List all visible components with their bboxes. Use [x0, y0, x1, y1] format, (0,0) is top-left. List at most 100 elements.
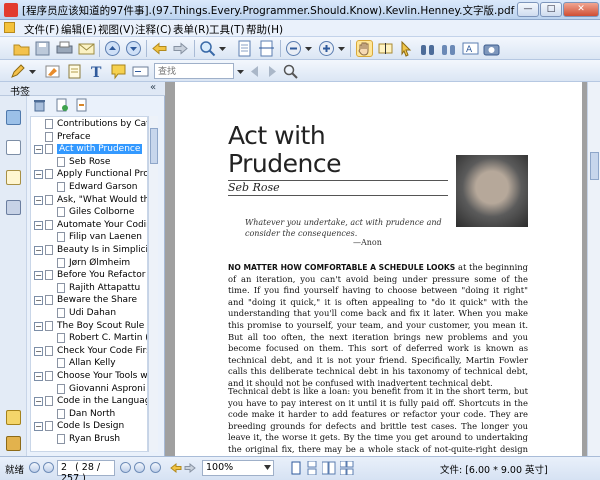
snapshot-button[interactable]	[419, 40, 436, 57]
attachments-tab-icon[interactable]	[6, 200, 21, 215]
layers-tab-icon[interactable]	[6, 170, 21, 185]
image-button[interactable]	[483, 40, 500, 57]
zoom-tool-button[interactable]	[199, 40, 216, 57]
note-button[interactable]	[110, 63, 127, 80]
menu-file[interactable]: 文件(F)	[24, 22, 59, 37]
paperclip-icon[interactable]	[6, 436, 21, 451]
document-scrollbar[interactable]	[587, 82, 600, 456]
form-field-button[interactable]	[132, 63, 149, 80]
text-tool-button[interactable]: T	[88, 63, 105, 81]
expand-collapse-toggle[interactable]: −	[34, 296, 43, 306]
last-page-button[interactable]	[134, 462, 145, 473]
select-text-button[interactable]	[377, 40, 394, 57]
bookmark-tree: Contributions by Catego Preface − Act with …	[30, 116, 148, 452]
single-page-view-icon[interactable]	[290, 461, 302, 475]
advanced-search-button[interactable]	[282, 63, 299, 80]
page-number-field[interactable]: 2 ( 28 / 257 )	[57, 460, 115, 480]
save-button[interactable]	[34, 40, 51, 57]
expand-collapse-toggle[interactable]: −	[34, 372, 43, 381]
expand-collapse-toggle[interactable]: −	[34, 195, 43, 205]
document-scroll-thumb[interactable]	[590, 152, 599, 180]
body-paragraph-2: Technical debt is like a loan: you benef…	[228, 386, 528, 456]
open-file-button[interactable]	[13, 40, 30, 57]
minimize-button[interactable]: —	[517, 2, 539, 17]
zoom-dropdown[interactable]	[218, 40, 227, 57]
typewriter-button[interactable]: A	[462, 40, 479, 57]
edit-tool-button[interactable]	[66, 63, 83, 80]
print-button[interactable]	[56, 40, 73, 57]
hand-tool-button[interactable]	[356, 40, 373, 57]
select-annotation-button[interactable]	[398, 40, 415, 57]
new-bookmark-icon[interactable]	[55, 98, 68, 112]
comments-tab-icon[interactable]	[6, 410, 21, 425]
magnifier-icon	[200, 41, 216, 57]
forward-button[interactable]	[172, 40, 189, 57]
menu-view[interactable]: 视图(V)	[98, 22, 134, 37]
fit-page-button[interactable]	[236, 40, 253, 57]
continuous-view-icon[interactable]	[306, 461, 318, 475]
highlight-button[interactable]	[44, 63, 61, 80]
text-select-icon	[378, 43, 393, 54]
save-icon	[35, 41, 50, 56]
arrow-left-icon	[152, 42, 167, 55]
fit-width-button[interactable]	[258, 40, 275, 57]
menu-edit[interactable]: 编辑(E)	[61, 22, 97, 37]
search-dropdown[interactable]	[236, 63, 245, 80]
pages-tab-icon[interactable]	[6, 140, 21, 155]
menu-form[interactable]: 表单(R)	[173, 22, 210, 37]
find-previous-button[interactable]	[246, 63, 263, 80]
find-button[interactable]	[440, 40, 457, 57]
email-button[interactable]	[78, 40, 95, 57]
bookmark-scrollbar[interactable]	[148, 116, 158, 452]
stop-button[interactable]	[150, 462, 161, 473]
expand-collapse-toggle[interactable]: −	[34, 422, 43, 432]
bookmark-scroll-thumb[interactable]	[150, 128, 158, 164]
back-arrow-icon[interactable]	[170, 462, 182, 474]
expand-collapse-toggle[interactable]: −	[34, 397, 43, 407]
page-icon	[238, 40, 251, 57]
next-page-status-button[interactable]	[120, 462, 131, 473]
zoom-in-dropdown[interactable]	[337, 40, 346, 57]
main-toolbar: A	[0, 37, 600, 60]
bookmarks-tab-icon[interactable]	[6, 110, 21, 125]
zoom-level-field[interactable]: 100%	[202, 460, 274, 476]
bookmark-page-icon	[45, 119, 53, 129]
menu-comment[interactable]: 注释(C)	[135, 22, 172, 37]
typewriter-tool-button[interactable]	[10, 63, 27, 80]
continuous-facing-view-icon[interactable]	[340, 461, 354, 475]
back-button[interactable]	[151, 40, 168, 57]
expand-collapse-toggle[interactable]: −	[34, 246, 43, 255]
delete-bookmark-icon[interactable]	[33, 98, 46, 112]
facing-view-icon[interactable]	[322, 461, 336, 475]
search-input[interactable]	[154, 63, 234, 79]
zoom-out-dropdown[interactable]	[304, 40, 313, 57]
collapse-pane-button[interactable]: «	[150, 82, 156, 93]
expand-collapse-toggle[interactable]: −	[34, 145, 43, 155]
forward-arrow-icon[interactable]	[184, 462, 196, 474]
close-button[interactable]: ✕	[563, 2, 599, 17]
zoom-in-button[interactable]	[318, 40, 335, 57]
bookmark-page-icon	[45, 345, 53, 356]
expand-collapse-toggle[interactable]: −	[34, 321, 43, 331]
menu-help[interactable]: 帮助(H)	[246, 22, 283, 37]
document-icon	[4, 22, 15, 33]
expand-collapse-toggle[interactable]: −	[34, 271, 43, 281]
expand-collapse-toggle[interactable]: −	[34, 346, 43, 356]
window-title: [程序员应该知道的97件事].(97.Things.Every.Programm…	[22, 5, 522, 17]
bookmark-page-icon	[57, 358, 65, 369]
find-next-button[interactable]	[264, 63, 281, 80]
bookmark-label: Ryan Brush	[69, 434, 121, 444]
expand-collapse-toggle[interactable]: −	[34, 220, 43, 230]
document-view[interactable]: Act with Prudence Seb Rose Whatever you …	[165, 82, 587, 456]
next-page-button[interactable]	[125, 40, 142, 57]
author-photo	[456, 155, 528, 227]
menu-tools[interactable]: 工具(T)	[209, 22, 245, 37]
previous-page-status-button[interactable]	[43, 462, 54, 473]
zoom-out-button[interactable]	[285, 40, 302, 57]
expand-collapse-toggle[interactable]: −	[34, 170, 43, 180]
previous-page-button[interactable]	[104, 40, 121, 57]
typewriter-dropdown[interactable]	[28, 63, 37, 80]
maximize-button[interactable]: □	[540, 2, 562, 17]
first-page-button[interactable]	[29, 462, 40, 473]
expand-bookmark-icon[interactable]	[75, 98, 88, 112]
